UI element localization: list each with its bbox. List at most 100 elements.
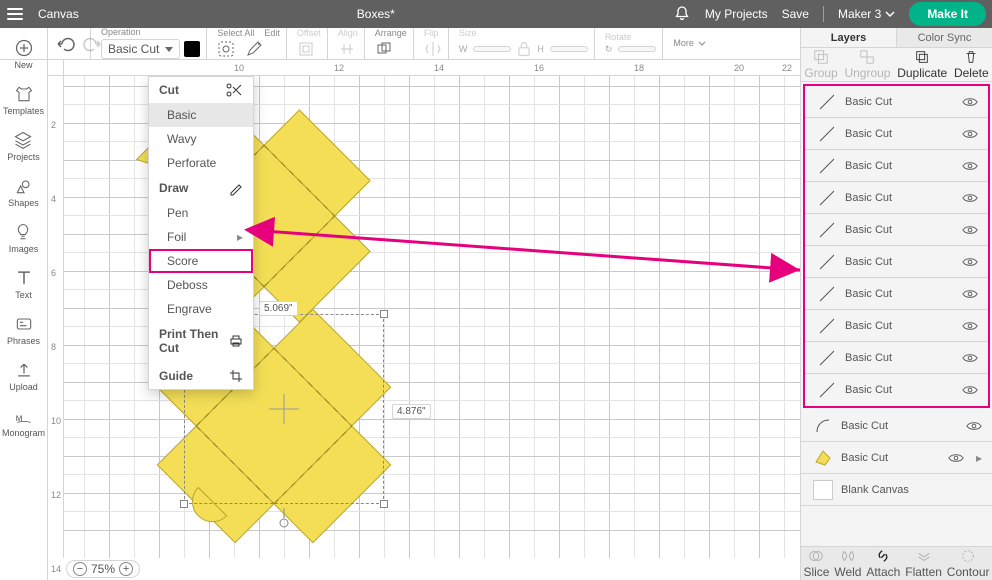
flatten-button[interactable]: Flatten (905, 548, 942, 579)
visibility-icon[interactable] (966, 420, 982, 432)
operation-select[interactable]: Basic Cut (101, 39, 180, 59)
arrange-button[interactable] (375, 40, 393, 58)
ungroup-button[interactable]: Ungroup (844, 49, 890, 80)
visibility-icon[interactable] (962, 352, 978, 364)
machine-picker[interactable]: Maker 3 (838, 7, 895, 21)
phrases-icon (14, 314, 34, 334)
visibility-icon[interactable] (962, 160, 978, 172)
layer-row[interactable]: Basic Cut (801, 410, 992, 442)
rail-phrases[interactable]: Phrases (7, 314, 40, 346)
zoom-in-button[interactable]: + (119, 562, 133, 576)
lock-icon[interactable] (515, 40, 533, 58)
rotate-input[interactable] (618, 46, 656, 52)
attach-button[interactable]: Attach (866, 548, 900, 579)
menu-item-deboss[interactable]: Deboss (149, 273, 253, 297)
visibility-icon[interactable] (962, 256, 978, 268)
layer-thumb-line-icon (817, 92, 837, 112)
layer-blank-canvas[interactable]: Blank Canvas (801, 474, 992, 506)
rail-images[interactable]: Images (9, 222, 39, 254)
tab-colorsync[interactable]: Color Sync (897, 28, 992, 47)
rail-monogram[interactable]: ᴍ Monogram (2, 406, 45, 438)
document-name[interactable]: Boxes* (93, 7, 659, 21)
layer-row[interactable]: Basic Cut▸ (801, 442, 992, 474)
layers-panel: Layers Color Sync Group Ungroup Duplicat… (800, 28, 992, 580)
make-it-button[interactable]: Make It (909, 2, 986, 26)
menu-item-score[interactable]: Score (149, 249, 253, 273)
delete-button[interactable]: Delete (954, 49, 989, 80)
menu-item-basic[interactable]: Basic (149, 103, 253, 127)
visibility-icon[interactable] (962, 384, 978, 396)
weld-button[interactable]: Weld (834, 548, 861, 579)
ruler-horizontal: 10 12 14 16 18 20 22 (64, 60, 800, 76)
h-label: H (537, 44, 544, 54)
rail-projects[interactable]: Projects (7, 130, 40, 162)
layer-row[interactable]: Basic Cut (805, 342, 988, 374)
shapes-icon (14, 176, 34, 196)
menu-icon[interactable] (6, 5, 24, 23)
layer-row[interactable]: Basic Cut (805, 374, 988, 406)
offset-button[interactable] (297, 40, 315, 58)
rotate-icon: ↻ (605, 44, 613, 55)
rail-text[interactable]: Text (14, 268, 34, 300)
visibility-icon[interactable] (962, 288, 978, 300)
undo-button[interactable] (56, 35, 74, 53)
visibility-icon[interactable] (948, 452, 964, 464)
layer-row[interactable]: Basic Cut (805, 150, 988, 182)
edit-button[interactable] (245, 40, 263, 58)
visibility-icon[interactable] (962, 320, 978, 332)
redo-button[interactable] (84, 35, 102, 53)
menu-header-ptc: Print Then Cut (159, 327, 229, 355)
layer-row[interactable]: Basic Cut (805, 310, 988, 342)
chevron-down-icon (885, 11, 895, 17)
group-button[interactable]: Group (804, 49, 837, 80)
layer-row[interactable]: Basic Cut (805, 246, 988, 278)
chevron-right-icon: ▸ (976, 451, 982, 465)
layer-row[interactable]: Basic Cut (805, 278, 988, 310)
align-label: Align (338, 29, 358, 38)
chevron-down-icon (165, 47, 173, 52)
tab-layers[interactable]: Layers (801, 28, 897, 47)
canvas[interactable]: 5.069" 4.876" Cut Basic Wavy Perforate D… (64, 76, 800, 558)
visibility-icon[interactable] (962, 192, 978, 204)
menu-item-pen[interactable]: Pen (149, 201, 253, 225)
menu-item-engrave[interactable]: Engrave (149, 297, 253, 321)
menu-item-guide[interactable]: Guide (159, 369, 193, 383)
my-projects-link[interactable]: My Projects (705, 7, 768, 21)
visibility-icon[interactable] (962, 224, 978, 236)
visibility-icon[interactable] (962, 96, 978, 108)
contour-button[interactable]: Contour (947, 548, 990, 579)
menu-item-foil[interactable]: Foil▸ (149, 225, 253, 249)
rail-shapes[interactable]: Shapes (8, 176, 39, 208)
layer-selection-box: Basic Cut Basic Cut Basic Cut Basic Cut … (803, 84, 990, 408)
width-input[interactable] (473, 46, 511, 52)
bell-icon[interactable] (673, 5, 691, 23)
more-button[interactable]: More (673, 39, 694, 48)
rail-templates[interactable]: Templates (3, 84, 44, 116)
select-edit-group: Select All Edit (206, 28, 286, 59)
align-button[interactable] (338, 40, 356, 58)
select-all-button[interactable] (217, 40, 235, 58)
menu-item-perforate[interactable]: Perforate (149, 151, 253, 175)
menu-item-wavy[interactable]: Wavy (149, 127, 253, 151)
zoom-control[interactable]: − 75% + (66, 560, 140, 578)
slice-button[interactable]: Slice (803, 548, 829, 579)
flip-button[interactable] (424, 40, 442, 58)
move-crosshair-icon (269, 394, 299, 424)
layer-row[interactable]: Basic Cut (805, 214, 988, 246)
visibility-icon[interactable] (962, 128, 978, 140)
size-label: Size (459, 29, 477, 38)
layer-row[interactable]: Basic Cut (805, 118, 988, 150)
chevron-down-icon (698, 41, 706, 46)
zoom-out-button[interactable]: − (73, 562, 87, 576)
layer-thumb-arc-icon (813, 416, 833, 436)
rail-upload[interactable]: Upload (9, 360, 38, 392)
app-bar: Canvas Boxes* My Projects Save Maker 3 M… (0, 0, 992, 28)
layer-row[interactable]: Basic Cut (805, 86, 988, 118)
rotate-handle-icon[interactable] (277, 508, 291, 528)
operation-dropdown[interactable]: Cut Basic Wavy Perforate Draw Pen Foil▸ … (148, 76, 254, 390)
save-button[interactable]: Save (782, 7, 809, 21)
layer-row[interactable]: Basic Cut (805, 182, 988, 214)
duplicate-button[interactable]: Duplicate (897, 49, 947, 80)
height-input[interactable] (550, 46, 588, 52)
color-swatch[interactable] (184, 41, 200, 57)
